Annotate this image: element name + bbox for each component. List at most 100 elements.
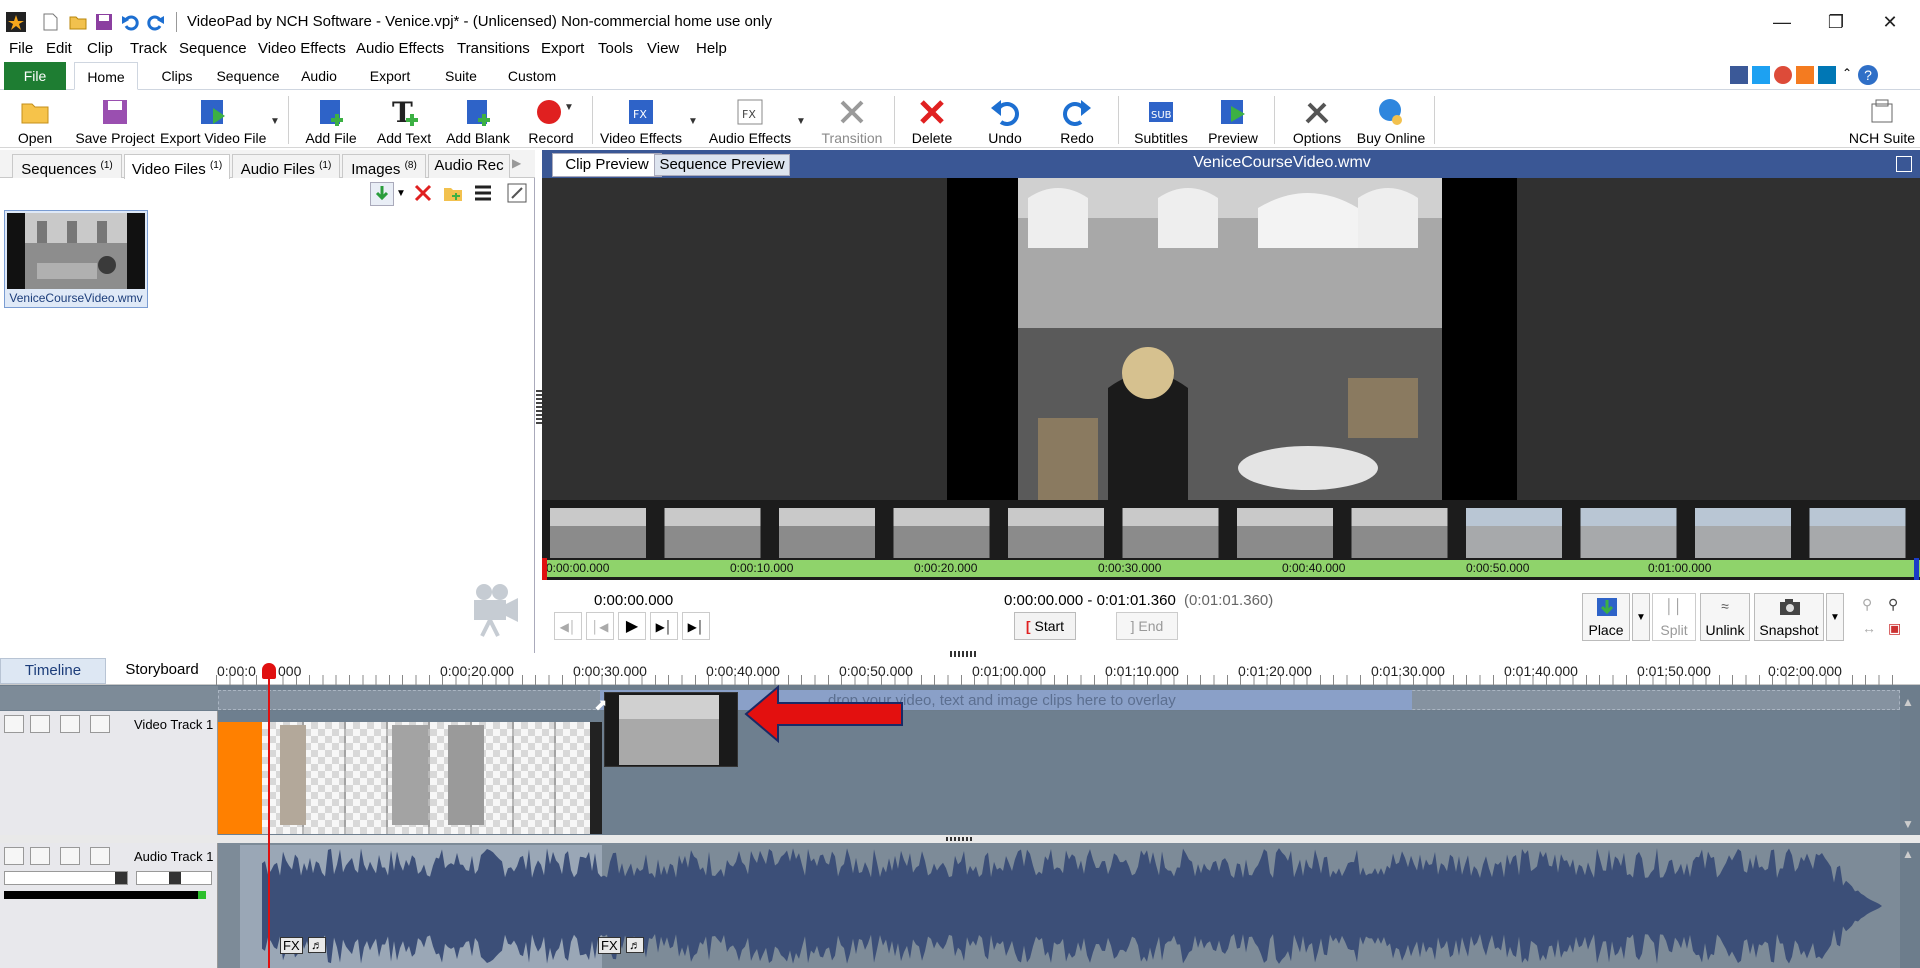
close-icon[interactable]: ✕ bbox=[1866, 8, 1914, 36]
undo-icon[interactable] bbox=[120, 12, 140, 32]
collapse-track-icon[interactable] bbox=[4, 715, 24, 733]
add-blank-button[interactable]: Add Blank bbox=[444, 90, 512, 148]
twitter-icon[interactable] bbox=[1752, 66, 1770, 84]
undo-button[interactable]: Undo bbox=[974, 90, 1036, 148]
go-to-end-button[interactable]: ▶│ bbox=[682, 612, 710, 640]
split-button[interactable]: ││ Split bbox=[1652, 593, 1696, 641]
next-frame-button[interactable]: ▶│ bbox=[650, 612, 678, 640]
tab-custom[interactable]: Custom bbox=[502, 62, 562, 90]
video-effects-button[interactable]: FX Video Effects bbox=[598, 90, 684, 148]
playhead[interactable] bbox=[268, 677, 270, 968]
tab-storyboard[interactable]: Storyboard bbox=[108, 658, 216, 684]
collapse-ribbon-icon[interactable]: ⌃ bbox=[1842, 66, 1852, 80]
audio-volume-icon[interactable]: ♬ bbox=[308, 937, 326, 953]
save-project-button[interactable]: Save Project bbox=[72, 90, 158, 148]
import-button[interactable] bbox=[370, 182, 394, 206]
fit-window-icon[interactable]: ▣ bbox=[1888, 620, 1901, 637]
menu-audio-effects[interactable]: Audio Effects bbox=[356, 40, 444, 57]
open-button[interactable]: Open bbox=[4, 90, 66, 148]
nch-suite-button[interactable]: NCH Suite bbox=[1846, 90, 1918, 148]
pan-slider[interactable] bbox=[136, 871, 212, 885]
add-file-button[interactable]: Add File bbox=[300, 90, 362, 148]
timeline-ruler[interactable]: Timeline Storyboard 0:00:0 000 0:00:20.0… bbox=[0, 655, 1920, 685]
media-file-item[interactable]: VeniceCourseVideo.wmv bbox=[4, 210, 148, 308]
record-button[interactable]: Record bbox=[518, 90, 584, 148]
tab-file[interactable]: File bbox=[4, 62, 66, 90]
buy-online-button[interactable]: Buy Online bbox=[1354, 90, 1428, 148]
place-button[interactable]: Place bbox=[1582, 593, 1630, 641]
undock-preview-icon[interactable] bbox=[1896, 156, 1912, 172]
set-start-button[interactable]: [ Start bbox=[1014, 612, 1076, 640]
fit-width-icon[interactable]: ↔ bbox=[1862, 620, 1876, 636]
facebook-icon[interactable] bbox=[1730, 66, 1748, 84]
menu-file[interactable]: File bbox=[9, 40, 33, 57]
tab-clips[interactable]: Clips bbox=[152, 62, 202, 90]
googleplus-icon[interactable] bbox=[1774, 66, 1792, 84]
dragged-clip[interactable] bbox=[604, 692, 738, 767]
list-view-button[interactable] bbox=[472, 182, 496, 206]
set-end-button[interactable]: ] End bbox=[1116, 612, 1178, 640]
snapshot-dropdown-icon[interactable]: ▼ bbox=[1826, 593, 1844, 641]
audio-fx-button[interactable]: FX bbox=[280, 937, 303, 954]
rss-icon[interactable] bbox=[1796, 66, 1814, 84]
audio-scroll-up-icon[interactable]: ▲ bbox=[1902, 847, 1914, 861]
new-file-icon[interactable] bbox=[40, 12, 60, 32]
unlink-button[interactable]: ≈ Unlink bbox=[1700, 593, 1750, 641]
audio-fx-button-2[interactable]: FX bbox=[598, 937, 621, 954]
tab-clip-preview[interactable]: Clip Preview bbox=[552, 153, 662, 177]
eye-icon[interactable] bbox=[30, 715, 50, 733]
delete-button[interactable]: Delete bbox=[900, 90, 964, 148]
tab-export[interactable]: Export bbox=[362, 62, 418, 90]
tab-audio[interactable]: Audio bbox=[294, 62, 344, 90]
orange-clip[interactable] bbox=[218, 722, 262, 834]
menu-track[interactable]: Track bbox=[130, 40, 167, 57]
speaker-icon[interactable] bbox=[30, 847, 50, 865]
tab-timeline[interactable]: Timeline bbox=[0, 658, 106, 684]
menu-transitions[interactable]: Transitions bbox=[457, 40, 530, 57]
audio-lock-icon[interactable] bbox=[90, 847, 110, 865]
lock-icon[interactable] bbox=[90, 715, 110, 733]
new-folder-button[interactable] bbox=[442, 182, 466, 206]
help-icon[interactable]: ? bbox=[1858, 65, 1878, 85]
menu-export[interactable]: Export bbox=[541, 40, 584, 57]
zoom-in-icon[interactable]: ⚲ bbox=[1888, 596, 1898, 613]
audio-effects-icon[interactable] bbox=[60, 847, 80, 865]
menu-clip[interactable]: Clip bbox=[87, 40, 113, 57]
go-to-start-button[interactable]: ◀│ bbox=[554, 612, 582, 640]
menu-tools[interactable]: Tools bbox=[598, 40, 633, 57]
menu-edit[interactable]: Edit bbox=[46, 40, 72, 57]
place-dropdown-icon[interactable]: ▼ bbox=[1632, 593, 1650, 641]
export-video-button[interactable]: Export Video File bbox=[160, 90, 266, 148]
export-dropdown-icon[interactable]: ▼ bbox=[270, 116, 280, 127]
add-text-button[interactable]: T Add Text bbox=[370, 90, 438, 148]
redo-button[interactable]: Redo bbox=[1046, 90, 1108, 148]
tab-sequence[interactable]: Sequence bbox=[212, 62, 284, 90]
preview-button[interactable]: Preview bbox=[1202, 90, 1264, 148]
transition-button[interactable]: Transition bbox=[812, 90, 892, 148]
clip-filmstrip[interactable]: 0:00:00.000 0:00:10.000 0:00:20.000 0:00:30… bbox=[542, 500, 1920, 580]
effects-icon[interactable] bbox=[60, 715, 80, 733]
tab-sequences[interactable]: Sequences (1) bbox=[12, 154, 122, 178]
record-dropdown-icon[interactable]: ▼ bbox=[564, 102, 574, 113]
audio-volume-icon-2[interactable]: ♬ bbox=[626, 937, 644, 953]
menu-view[interactable]: View bbox=[647, 40, 679, 57]
zoom-out-icon[interactable]: ⚲ bbox=[1862, 596, 1872, 613]
tab-audio-files[interactable]: Audio Files (1) bbox=[232, 154, 340, 178]
tab-video-files[interactable]: Video Files (1) bbox=[124, 154, 230, 179]
import-dropdown-icon[interactable]: ▼ bbox=[396, 188, 406, 199]
timeline-splitter[interactable] bbox=[950, 651, 978, 657]
audio-effects-button[interactable]: FX Audio Effects bbox=[704, 90, 796, 148]
tab-sequence-preview[interactable]: Sequence Preview bbox=[654, 154, 790, 176]
undock-panel-button[interactable] bbox=[506, 182, 530, 206]
start-marker[interactable] bbox=[542, 558, 547, 580]
tab-suite[interactable]: Suite bbox=[436, 62, 486, 90]
menu-sequence[interactable]: Sequence bbox=[179, 40, 247, 57]
previous-frame-button[interactable]: │◀ bbox=[586, 612, 614, 640]
play-button[interactable]: ▶ bbox=[618, 612, 646, 640]
options-button[interactable]: Options bbox=[1282, 90, 1352, 148]
linkedin-icon[interactable] bbox=[1818, 66, 1836, 84]
redo-icon[interactable] bbox=[146, 12, 166, 32]
remove-file-button[interactable] bbox=[412, 182, 436, 206]
menu-help[interactable]: Help bbox=[696, 40, 727, 57]
scroll-down-icon[interactable]: ▼ bbox=[1902, 817, 1914, 831]
